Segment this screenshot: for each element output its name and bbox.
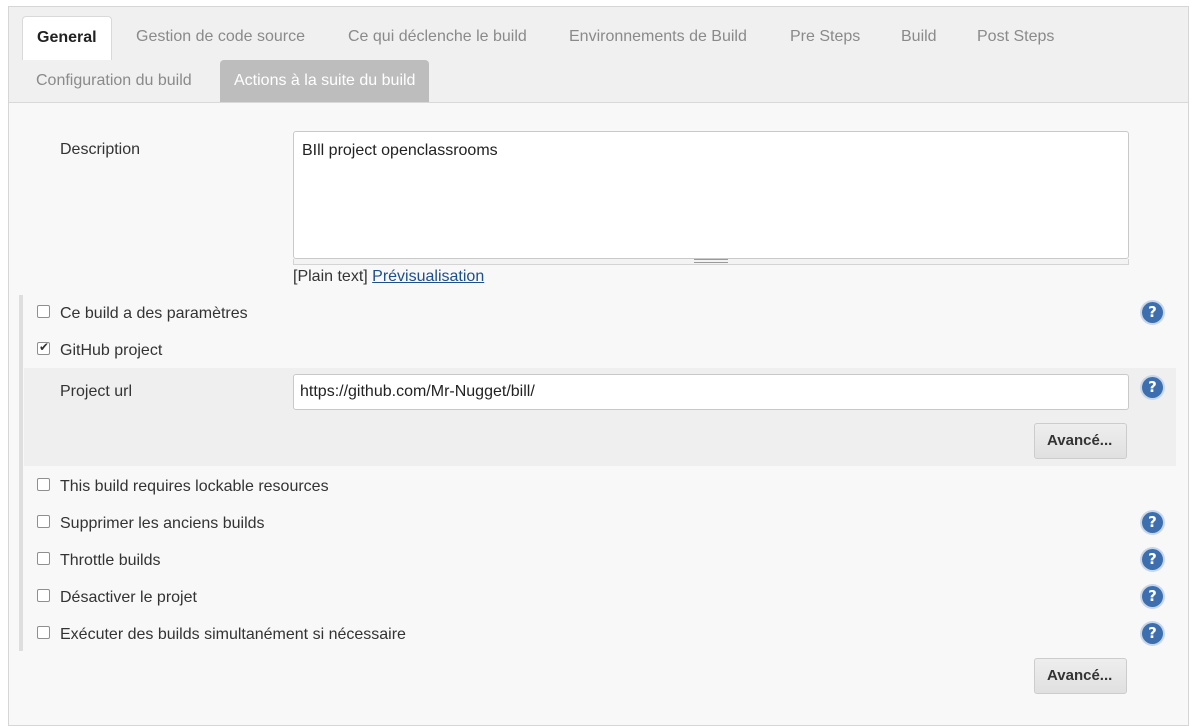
params-label: Ce build a des paramètres <box>60 305 248 322</box>
discard-builds-help-icon[interactable]: ? <box>1142 512 1163 533</box>
tab-post-steps[interactable]: Post Steps <box>963 16 1068 58</box>
lockable-checkbox[interactable] <box>37 478 50 491</box>
concurrent-builds-label: Exécuter des builds simultanément si néc… <box>60 626 406 643</box>
section-left-border <box>19 295 23 651</box>
tab-source-code[interactable]: Gestion de code source <box>122 16 319 58</box>
description-textarea[interactable]: BIll project openclassrooms <box>293 131 1129 259</box>
tab-build[interactable]: Build <box>887 16 951 58</box>
throttle-builds-label: Throttle builds <box>60 552 161 569</box>
github-project-checkbox[interactable] <box>37 340 50 355</box>
textarea-resize-handle[interactable] <box>293 259 1129 265</box>
github-advanced-button[interactable]: Avancé... <box>1034 423 1127 459</box>
disable-project-label: Désactiver le projet <box>60 589 197 606</box>
format-plain-text: [Plain text] <box>293 268 368 285</box>
github-project-label: GitHub project <box>60 342 163 359</box>
project-url-help-icon[interactable]: ? <box>1142 377 1163 398</box>
disable-project-checkbox[interactable] <box>37 589 50 602</box>
tab-pre-steps[interactable]: Pre Steps <box>776 16 874 58</box>
project-url-input[interactable] <box>293 374 1129 410</box>
concurrent-builds-help-icon[interactable]: ? <box>1142 623 1163 644</box>
config-panel: General Gestion de code source Ce qui dé… <box>8 6 1189 726</box>
project-url-label: Project url <box>60 383 133 400</box>
tab-build-environment[interactable]: Environnements de Build <box>555 16 761 58</box>
discard-builds-label: Supprimer les anciens builds <box>60 515 265 532</box>
description-label: Description <box>60 141 141 158</box>
params-checkbox[interactable] <box>37 305 50 318</box>
concurrent-builds-checkbox[interactable] <box>37 626 50 639</box>
tab-bar: General Gestion de code source Ce qui dé… <box>9 7 1188 103</box>
lockable-label: This build requires lockable resources <box>60 478 329 495</box>
throttle-builds-help-icon[interactable]: ? <box>1142 549 1163 570</box>
tab-post-build-actions[interactable]: Actions à la suite du build <box>220 60 430 102</box>
params-help-icon[interactable]: ? <box>1142 302 1163 323</box>
tab-general[interactable]: General <box>22 16 112 60</box>
tab-build-settings[interactable]: Configuration du build <box>22 60 206 102</box>
discard-builds-checkbox[interactable] <box>37 515 50 528</box>
advanced-button[interactable]: Avancé... <box>1034 658 1127 694</box>
throttle-builds-checkbox[interactable] <box>37 552 50 565</box>
description-format-line: [Plain text] Prévisualisation <box>293 268 484 286</box>
preview-link[interactable]: Prévisualisation <box>372 268 484 285</box>
disable-project-help-icon[interactable]: ? <box>1142 586 1163 607</box>
grip-icon <box>694 259 728 263</box>
tab-build-triggers[interactable]: Ce qui déclenche le build <box>334 16 541 58</box>
